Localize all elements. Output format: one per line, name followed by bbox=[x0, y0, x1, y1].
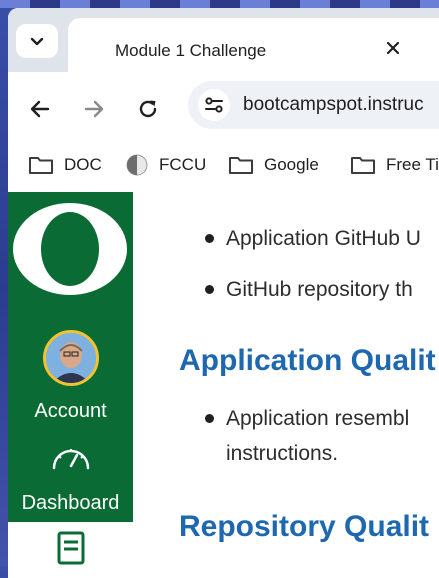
bookmarks-bar: DOC FCCU Google Free Ti bbox=[8, 142, 439, 193]
bookmark-label: Free Ti bbox=[386, 155, 439, 174]
site-info-button[interactable] bbox=[198, 89, 230, 121]
list-item: Application GitHub U bbox=[226, 227, 421, 250]
tab-active[interactable]: Module 1 Challenge bbox=[68, 18, 439, 72]
avatar[interactable] bbox=[43, 330, 99, 386]
site-favicon bbox=[126, 154, 148, 176]
global-navigation: Account Dashboard bbox=[8, 192, 133, 522]
browser-window: Module 1 Challenge bootcampspot.instruc … bbox=[8, 8, 439, 578]
tab-title: Module 1 Challenge bbox=[115, 41, 267, 60]
chevron-down-icon bbox=[30, 37, 44, 46]
bookmark-label: DOC bbox=[64, 155, 102, 174]
bookmark-label: FCCU bbox=[159, 155, 207, 174]
forward-arrow-icon bbox=[84, 100, 104, 118]
back-arrow-icon bbox=[30, 100, 50, 118]
section-heading: Repository Qualit bbox=[179, 510, 430, 543]
tab-search-button[interactable] bbox=[16, 24, 58, 58]
bookmark-fccu[interactable]: FCCU bbox=[125, 152, 206, 178]
courses-icon[interactable] bbox=[56, 530, 86, 570]
browser-toolbar: bootcampspot.instruc bbox=[8, 72, 439, 152]
dashboard-nav-item[interactable]: Dashboard bbox=[8, 492, 133, 515]
tab-close-button[interactable] bbox=[381, 36, 405, 60]
folder-icon bbox=[29, 157, 53, 174]
bookmark-doc[interactable]: DOC bbox=[28, 152, 102, 178]
bookmark-google[interactable]: Google bbox=[228, 152, 319, 178]
oregon-o-logo bbox=[13, 203, 127, 295]
folder-icon bbox=[351, 157, 375, 174]
list-bullet bbox=[205, 234, 214, 243]
desktop-background bbox=[0, 0, 439, 8]
dashboard-icon[interactable] bbox=[50, 442, 92, 474]
account-nav-item[interactable]: Account bbox=[8, 400, 133, 423]
folder-icon bbox=[229, 157, 253, 174]
forward-button[interactable] bbox=[79, 94, 109, 124]
close-icon bbox=[386, 41, 400, 55]
university-logo[interactable] bbox=[12, 200, 128, 298]
section-heading: Application Qualit bbox=[179, 344, 436, 377]
tab-strip: Module 1 Challenge bbox=[8, 8, 439, 72]
list-item: GitHub repository th bbox=[226, 278, 413, 301]
list-item-continuation: instructions. bbox=[226, 442, 339, 465]
bookmark-free-ti[interactable]: Free Ti bbox=[350, 152, 439, 178]
reload-button[interactable] bbox=[133, 94, 163, 124]
reload-icon bbox=[139, 100, 157, 118]
profile-photo bbox=[46, 333, 96, 383]
sidebar-lower bbox=[8, 522, 133, 578]
url-text: bootcampspot.instruc bbox=[243, 94, 424, 115]
list-bullet bbox=[205, 285, 214, 294]
list-item: Application resembl bbox=[226, 407, 410, 430]
address-bar[interactable]: bootcampspot.instruc bbox=[188, 81, 439, 129]
bookmark-label: Google bbox=[264, 155, 319, 174]
assignment-content: Application GitHub U GitHub repository t… bbox=[133, 192, 439, 578]
list-bullet bbox=[205, 414, 214, 423]
back-button[interactable] bbox=[25, 94, 55, 124]
tune-icon bbox=[205, 97, 223, 113]
